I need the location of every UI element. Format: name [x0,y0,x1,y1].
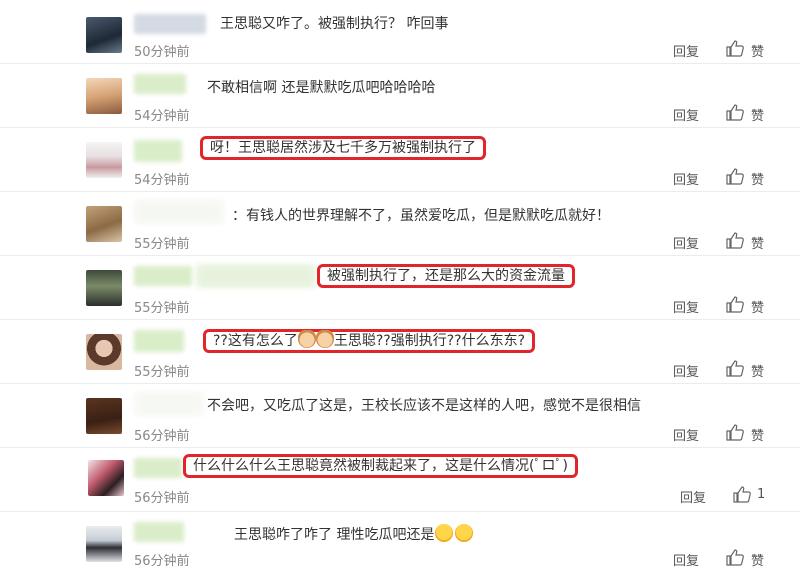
username-blurred[interactable] [134,200,224,224]
like-label[interactable]: 赞 [751,361,764,380]
comment-text-part: ??这有怎么了 [213,333,298,349]
comment-time: 56分钟前 [134,554,190,569]
avatar[interactable] [86,78,122,114]
cat-emoji-icon [315,330,334,348]
highlight-box: 什么什么什么王思聪竟然被制裁起来了，这是什么情况(ﾟロﾟ) [183,454,578,478]
username-blurred[interactable] [134,74,186,94]
thumbs-up-icon[interactable] [726,359,744,377]
highlight-box: 呀！王思聪居然涉及七千多万被强制执行了 [200,136,486,160]
thumbs-up-icon[interactable] [726,167,744,185]
comment-item: ??这有怎么了 王思聪??强制执行??什么东东? 55分钟前 回复 赞 [0,320,800,384]
comment-item: 被强制执行了，还是那么大的资金流量 55分钟前 回复 赞 [0,256,800,320]
comment-time: 50分钟前 [134,45,190,60]
comment-text: 王思聪咋了咋了 理性吃瓜吧还是 [234,524,474,545]
reply-button[interactable]: 回复 [673,297,699,316]
comment-item: 不会吧，又吃瓜了这是，王校长应该不是这样的人吧，感觉不是很相信 56分钟前 回复… [0,384,800,448]
username-blurred[interactable] [134,392,204,416]
avatar[interactable] [86,334,122,370]
avatar[interactable] [86,526,122,562]
avatar[interactable] [86,270,122,306]
avatar[interactable] [86,17,122,53]
like-label[interactable]: 赞 [751,105,764,124]
comment-text: 不会吧，又吃瓜了这是，王校长应该不是这样的人吧，感觉不是很相信 [207,398,641,414]
username-blurred[interactable] [196,264,316,288]
username-blurred[interactable] [134,266,192,286]
comment-time: 54分钟前 [134,109,190,124]
reply-button[interactable]: 回复 [680,487,706,506]
like-count[interactable]: 1 [757,487,765,502]
like-label[interactable]: 赞 [751,425,764,444]
username-blurred[interactable] [134,330,184,352]
comment-text-part: 王思聪??强制执行??什么东东? [333,333,526,349]
comment-text: 被强制执行了，还是那么大的资金流量 [317,264,575,288]
avatar[interactable] [86,398,122,434]
like-label[interactable]: 赞 [751,233,764,252]
comment-text: 不敢相信啊 还是默默吃瓜吧哈哈哈哈 [207,80,436,96]
reply-button[interactable]: 回复 [673,361,699,380]
comment-item: 王思聪咋了咋了 理性吃瓜吧还是 56分钟前 回复 赞 [0,512,800,575]
highlight-box: ??这有怎么了 王思聪??强制执行??什么东东? [203,329,536,353]
avatar[interactable] [88,460,124,496]
comment-item: ：有钱人的世界理解不了，虽然爱吃瓜，但是默默吃瓜就好！ 55分钟前 回复 赞 [0,192,800,256]
thumbs-up-icon[interactable] [726,295,744,313]
comment-text: 什么什么什么王思聪竟然被制裁起来了，这是什么情况(ﾟロﾟ) [183,454,578,478]
comment-item: 呀！王思聪居然涉及七千多万被强制执行了 54分钟前 回复 赞 [0,128,800,192]
like-label[interactable]: 赞 [751,550,764,569]
comment-feed: 王思聪又咋了。被强制执行？ 咋回事 50分钟前 回复 赞 不敢相信啊 还是默默吃… [0,0,800,569]
highlight-box: 被强制执行了，还是那么大的资金流量 [317,264,575,288]
comment-time: 56分钟前 [134,429,190,444]
reply-button[interactable]: 回复 [673,550,699,569]
comment-text: ??这有怎么了 王思聪??强制执行??什么东东? [203,329,536,353]
comment-text: 呀！王思聪居然涉及七千多万被强制执行了 [200,136,486,160]
comment-text-part: 王思聪咋了咋了 理性吃瓜吧还是 [234,527,435,543]
reply-button[interactable]: 回复 [673,425,699,444]
comment-item: 不敢相信啊 还是默默吃瓜吧哈哈哈哈 54分钟前 回复 赞 [0,64,800,128]
comment-item: 什么什么什么王思聪竟然被制裁起来了，这是什么情况(ﾟロﾟ) 56分钟前 回复 1 [0,448,800,512]
like-label[interactable]: 赞 [751,297,764,316]
username-blurred[interactable] [134,458,182,478]
comment-time: 55分钟前 [134,237,190,252]
thumbs-up-icon[interactable] [726,423,744,441]
username-blurred[interactable] [134,522,184,542]
thumbs-up-icon[interactable] [726,39,744,57]
comment-item: 王思聪又咋了。被强制执行？ 咋回事 50分钟前 回复 赞 [0,0,800,64]
avatar[interactable] [86,142,122,178]
username-blurred[interactable] [134,140,182,162]
thumbs-up-icon[interactable] [726,103,744,121]
reply-button[interactable]: 回复 [673,41,699,60]
like-label[interactable]: 赞 [751,169,764,188]
comment-time: 54分钟前 [134,173,190,188]
smile-emoji-icon [455,524,474,542]
comment-time: 55分钟前 [134,365,190,380]
username-blurred[interactable] [134,14,206,34]
avatar[interactable] [86,206,122,242]
thumbs-up-icon[interactable] [726,548,744,566]
cat-emoji-icon [297,330,316,348]
reply-button[interactable]: 回复 [673,233,699,252]
like-label[interactable]: 赞 [751,41,764,60]
thumbs-up-icon[interactable] [726,231,744,249]
reply-button[interactable]: 回复 [673,105,699,124]
comment-text: 王思聪又咋了。被强制执行？ 咋回事 [220,16,449,32]
reply-button[interactable]: 回复 [673,169,699,188]
comment-time: 56分钟前 [134,491,190,506]
thumbs-up-icon[interactable] [733,485,751,503]
smile-emoji-icon [435,524,454,542]
comment-text: ：有钱人的世界理解不了，虽然爱吃瓜，但是默默吃瓜就好！ [232,208,610,224]
comment-time: 55分钟前 [134,301,190,316]
